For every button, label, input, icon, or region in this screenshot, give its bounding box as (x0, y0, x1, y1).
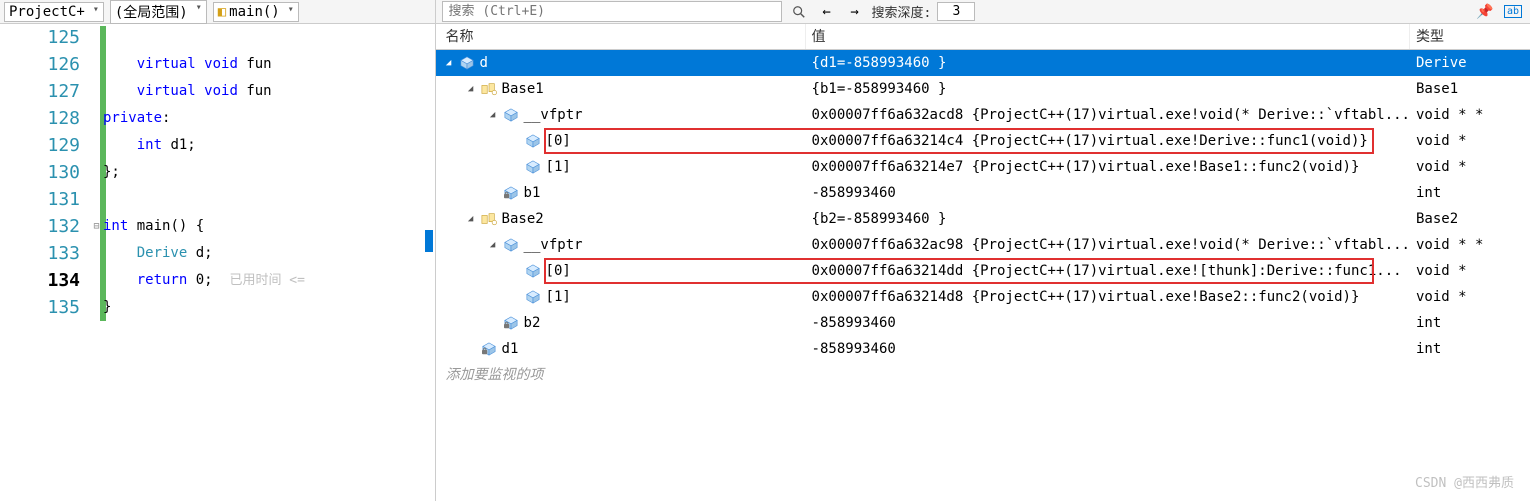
row-value-text: 0x00007ff6a63214dd {ProjectC++(17)virtua… (806, 258, 1410, 284)
code-editor-panel: ProjectC+ (全局范围) ◧main() 125126127128129… (0, 0, 436, 501)
combo-label: main() (229, 4, 280, 20)
nav-back-icon[interactable]: ← (816, 2, 838, 22)
row-value-text: {b1=-858993460 } (806, 76, 1410, 102)
pin-icon[interactable]: 📌 (1474, 2, 1496, 22)
hex-toggle-icon[interactable]: ab (1502, 2, 1524, 22)
watch-row[interactable]: [0] 0x00007ff6a63214c4 {ProjectC++(17)vir… (436, 128, 1530, 154)
struct-icon (480, 211, 498, 227)
lock-icon (502, 185, 520, 201)
lock-icon (480, 341, 498, 357)
row-type-text: int (1410, 180, 1530, 206)
watch-row[interactable]: ◢ __vfptr 0x00007ff6a632acd8 {ProjectC++(1… (436, 102, 1530, 128)
expander-icon[interactable]: ◢ (486, 238, 500, 252)
row-name-text: __vfptr (524, 232, 583, 258)
watch-row[interactable]: ◢ __vfptr 0x00007ff6a632ac98 {ProjectC++(1… (436, 232, 1530, 258)
expander-icon[interactable]: ◢ (486, 108, 500, 122)
row-type-text: void * * (1410, 102, 1530, 128)
cube-icon: ◧ (218, 4, 226, 20)
row-type-text: void * (1410, 284, 1530, 310)
col-header-type[interactable]: 类型 (1410, 24, 1530, 49)
col-header-value[interactable]: 值 (806, 24, 1410, 49)
row-name-text: d (480, 50, 488, 76)
row-value-text: 0x00007ff6a632acd8 {ProjectC++(17)virtua… (806, 102, 1410, 128)
watch-row[interactable]: b1 -858993460int (436, 180, 1530, 206)
watch-row[interactable]: [1] 0x00007ff6a63214d8 {ProjectC++(17)vir… (436, 284, 1530, 310)
watch-body: ◢d{d1=-858993460 }Derive◢Base1{b1=-85899… (436, 50, 1530, 501)
depth-label: 搜索深度: (872, 2, 932, 21)
row-value-text: {d1=-858993460 } (806, 50, 1410, 76)
row-name-text: [0] (546, 258, 571, 284)
row-value-text: -858993460 (806, 180, 1410, 206)
row-type-text: Base2 (1410, 206, 1530, 232)
watch-row[interactable]: d1 -858993460int (436, 336, 1530, 362)
search-input[interactable] (442, 1, 782, 22)
expander-icon[interactable]: ◢ (464, 82, 478, 96)
row-value-text: 0x00007ff6a63214e7 {ProjectC++(17)virtua… (806, 154, 1410, 180)
nav-forward-icon[interactable]: → (844, 2, 866, 22)
add-watch-placeholder[interactable]: 添加要监视的项 (436, 362, 1530, 388)
depth-input[interactable] (937, 2, 975, 21)
row-value-text: 0x00007ff6a63214d8 {ProjectC++(17)virtua… (806, 284, 1410, 310)
project-combo[interactable]: ProjectC+ (4, 2, 104, 22)
row-type-text: int (1410, 310, 1530, 336)
cube-icon (524, 133, 542, 149)
watch-panel: ← → 搜索深度: 📌 ab 名称 值 类型 ◢d{d1=-858993460 … (436, 0, 1530, 501)
cube-icon (502, 107, 520, 123)
watch-header: 名称 值 类型 (436, 24, 1530, 50)
row-type-text: void * (1410, 128, 1530, 154)
code-toolbar: ProjectC+ (全局范围) ◧main() (0, 0, 435, 24)
row-name-text: d1 (502, 336, 519, 362)
row-name-text: [1] (546, 284, 571, 310)
line-number-gutter: 125126127128129130131132133134135 (0, 24, 90, 501)
row-type-text: void * (1410, 258, 1530, 284)
watermark: CSDN @西西弗质 (1415, 472, 1514, 491)
cube-icon (502, 237, 520, 253)
row-name-text: b2 (524, 310, 541, 336)
row-name-text: [0] (546, 128, 571, 154)
row-name-text: Base1 (502, 76, 544, 102)
watch-row[interactable]: ◢Base2{b2=-858993460 }Base2 (436, 206, 1530, 232)
row-type-text: Base1 (1410, 76, 1530, 102)
expander-icon[interactable]: ◢ (442, 56, 456, 70)
row-value-text: {b2=-858993460 } (806, 206, 1410, 232)
expander-icon[interactable]: ◢ (464, 212, 478, 226)
col-header-name[interactable]: 名称 (436, 24, 806, 49)
row-type-text: void * (1410, 154, 1530, 180)
row-value-text: 0x00007ff6a632ac98 {ProjectC++(17)virtua… (806, 232, 1410, 258)
combo-label: ProjectC+ (9, 4, 85, 20)
combo-label: (全局范围) (115, 5, 188, 21)
struct-icon (480, 81, 498, 97)
watch-row[interactable]: b2 -858993460int (436, 310, 1530, 336)
function-combo[interactable]: ◧main() (213, 2, 299, 22)
row-value-text: 0x00007ff6a63214c4 {ProjectC++(17)virtua… (806, 128, 1410, 154)
watch-row[interactable]: [1] 0x00007ff6a63214e7 {ProjectC++(17)vir… (436, 154, 1530, 180)
row-value-text: -858993460 (806, 336, 1410, 362)
scroll-thumb[interactable] (425, 230, 433, 252)
row-type-text: Derive (1410, 50, 1530, 76)
row-name-text: __vfptr (524, 102, 583, 128)
watch-toolbar: ← → 搜索深度: 📌 ab (436, 0, 1530, 24)
scope-combo[interactable]: (全局范围) (110, 0, 207, 24)
row-name-text: [1] (546, 154, 571, 180)
cube-icon (524, 159, 542, 175)
watch-row[interactable]: ◢ d {d1=-858993460 }Derive (436, 50, 1530, 76)
row-type-text: void * * (1410, 232, 1530, 258)
watch-row[interactable]: ◢Base1{b1=-858993460 }Base1 (436, 76, 1530, 102)
row-type-text: int (1410, 336, 1530, 362)
cube-icon (524, 289, 542, 305)
lock-icon (502, 315, 520, 331)
watch-row[interactable]: [0] 0x00007ff6a63214dd {ProjectC++(17)vir… (436, 258, 1530, 284)
row-name-text: Base2 (502, 206, 544, 232)
row-name-text: b1 (524, 180, 541, 206)
search-icon[interactable] (788, 2, 810, 22)
code-lines[interactable]: virtual void fun virtual void funprivate… (103, 24, 435, 501)
cube-icon (458, 55, 476, 71)
row-value-text: -858993460 (806, 310, 1410, 336)
cube-icon (524, 263, 542, 279)
code-body: 125126127128129130131132133134135 ⊟ virt… (0, 24, 435, 501)
